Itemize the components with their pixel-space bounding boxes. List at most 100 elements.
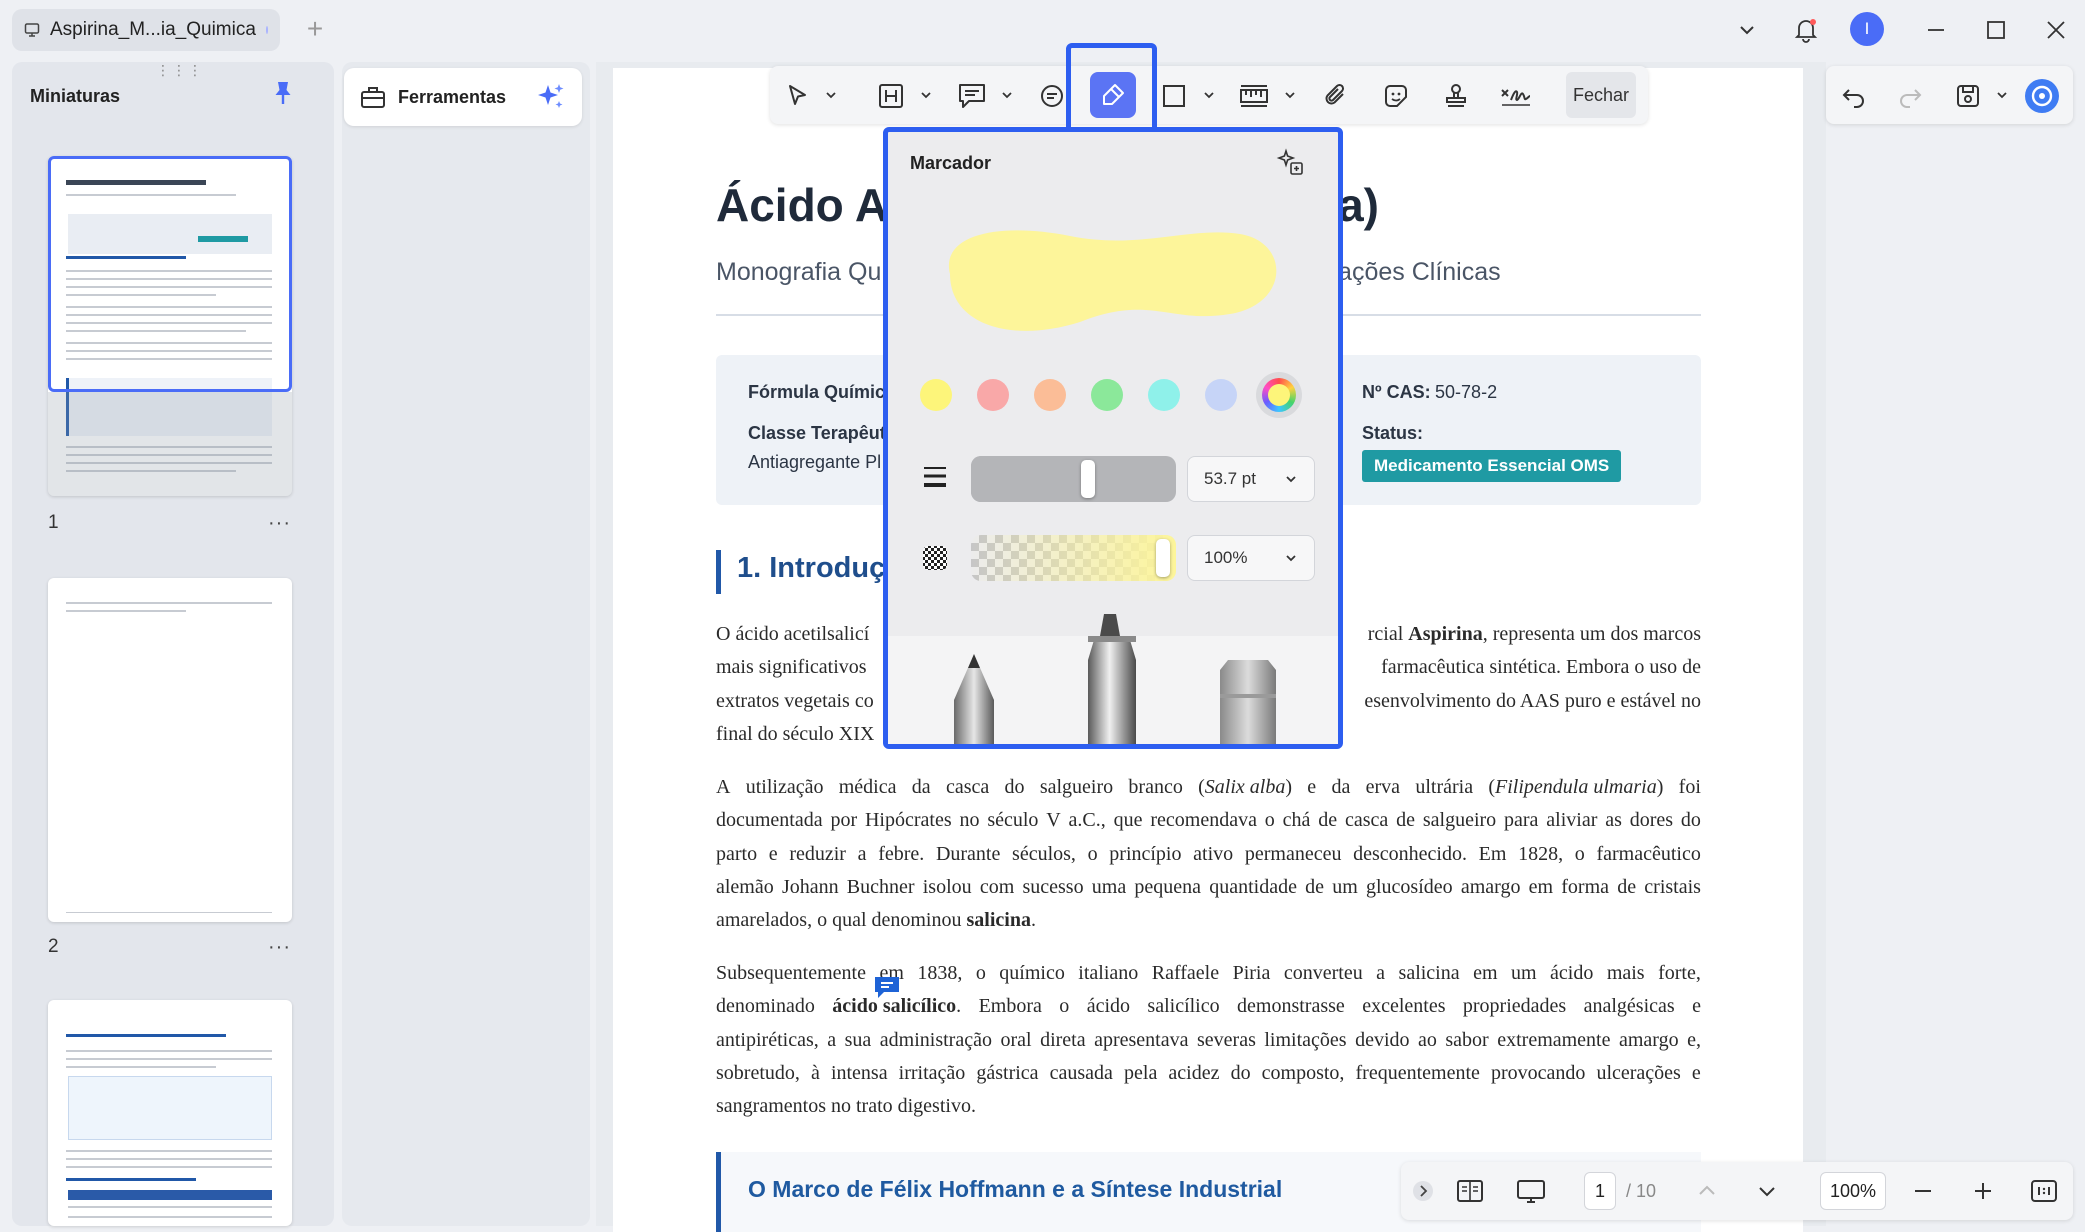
- measure-chevron-down-icon[interactable]: [1283, 88, 1297, 102]
- attachment-paperclip-icon[interactable]: [1318, 78, 1354, 114]
- comment-icon[interactable]: [954, 78, 990, 114]
- status-label: Status:: [1362, 423, 1424, 443]
- class-label: Classe Terapêut: [748, 423, 886, 443]
- page-1-more-button[interactable]: ···: [268, 512, 291, 535]
- section-heading: 1. Introduç: [737, 552, 886, 584]
- thickness-chevron-down-icon: [1284, 472, 1298, 486]
- select-cursor-icon[interactable]: [780, 78, 816, 114]
- ai-assistant-icon[interactable]: [2024, 78, 2060, 114]
- user-avatar[interactable]: I: [1850, 12, 1884, 46]
- shape-chevron-down-icon[interactable]: [1202, 88, 1216, 102]
- close-window-icon[interactable]: [2036, 12, 2076, 48]
- paragraph-2-line-4: alemão Johann Buchner isolou com sucesso uma pe…: [716, 875, 1701, 898]
- text-box-icon[interactable]: [873, 78, 909, 114]
- stamp-icon[interactable]: [1438, 78, 1474, 114]
- popover-title: Marcador: [910, 153, 992, 173]
- callout-comment-icon[interactable]: [1034, 78, 1070, 114]
- thickness-slider-fill: [971, 456, 1090, 502]
- minimize-icon[interactable]: [1916, 12, 1956, 48]
- page-layout-icon[interactable]: [1456, 1178, 1484, 1204]
- thickness-icon: [922, 464, 948, 490]
- color-swatch-cyan[interactable]: [1148, 379, 1180, 411]
- callout-title: O Marco de Félix Hoffmann e a Síntese In…: [748, 1176, 1283, 1202]
- new-tab-button[interactable]: +: [300, 14, 330, 44]
- resize-grip-icon[interactable]: ⋮⋮⋮: [156, 62, 202, 78]
- opacity-value: 100%: [1204, 548, 1248, 567]
- page-number-1: 1: [48, 512, 59, 533]
- document-tab[interactable]: Aspirina_M...ia_Quimica: [12, 9, 280, 51]
- document-title-left: Ácido A: [716, 179, 889, 231]
- stroke-preview-shape: [948, 230, 1277, 331]
- text-chevron-down-icon[interactable]: [919, 88, 933, 102]
- sticker-icon[interactable]: [1378, 78, 1414, 114]
- opacity-slider-thumb[interactable]: [1156, 539, 1170, 577]
- cas-row: Nº CAS: 50-78-2: [1362, 382, 1497, 403]
- paragraph-3-line-1: Subsequentemente em 1838, o químico italiano R…: [716, 962, 1701, 984]
- opacity-slider[interactable]: [971, 535, 1176, 581]
- redo-icon[interactable]: [1892, 78, 1928, 114]
- stroke-preview: [930, 214, 1290, 344]
- opacity-select[interactable]: 100%: [1187, 535, 1315, 581]
- paragraph-3-line-3: antipiréticas, a sua administração oral diret…: [716, 1028, 1701, 1051]
- chevron-down-icon[interactable]: [1727, 12, 1767, 48]
- notification-bell-icon[interactable]: [1786, 12, 1826, 48]
- signature-icon[interactable]: [1498, 78, 1534, 114]
- formula-label: Fórmula Químic: [748, 382, 886, 402]
- paragraph-2-line-5: amarelados, o qual denominou salicina.: [716, 909, 1036, 932]
- close-toolbar-button[interactable]: Fechar: [1566, 72, 1636, 118]
- save-chevron-down-icon[interactable]: [1995, 88, 2009, 102]
- color-swatch-orange[interactable]: [1034, 379, 1066, 411]
- zoom-level-input[interactable]: 100%: [1820, 1172, 1886, 1210]
- comment-chevron-down-icon[interactable]: [1000, 88, 1014, 102]
- next-page-icon[interactable]: [1756, 1180, 1778, 1202]
- cas-value: 50-78-2: [1435, 382, 1498, 402]
- cas-label: Nº CAS:: [1362, 382, 1431, 402]
- paragraph-3-line-5: sangramentos no trato digestivo.: [716, 1095, 976, 1118]
- page-number-input[interactable]: 1: [1584, 1172, 1616, 1210]
- total-pages: / 10: [1626, 1181, 1657, 1201]
- class-value: Antiagregante Pl: [748, 452, 882, 472]
- expand-arrow-icon[interactable]: [1412, 1180, 1434, 1202]
- maximize-icon[interactable]: [1976, 12, 2016, 48]
- comment-marker-icon[interactable]: [872, 973, 902, 1001]
- thickness-slider-thumb[interactable]: [1080, 460, 1095, 498]
- unsaved-dot-icon: [265, 26, 268, 34]
- paragraph-2: Autilização médica da casca do salgueiro branc…: [716, 771, 1701, 937]
- pencil-tool-icon[interactable]: [952, 652, 996, 744]
- paragraph-3-line-4: sobretudo, à intensa irritação gástrica causa…: [716, 1061, 1701, 1084]
- color-swatch-blue[interactable]: [1205, 379, 1237, 411]
- sidebar-title: Miniaturas: [30, 86, 121, 106]
- tools-button[interactable]: Ferramentas: [344, 68, 582, 126]
- zoom-out-icon[interactable]: [1912, 1180, 1934, 1202]
- previous-page-icon[interactable]: [1696, 1180, 1718, 1202]
- zoom-in-icon[interactable]: [1972, 1180, 1994, 1202]
- page-thumbnail-3[interactable]: [48, 1000, 292, 1226]
- thickness-select[interactable]: 53.7 pt: [1187, 456, 1315, 502]
- marker-tool-icon[interactable]: [1084, 612, 1140, 744]
- custom-style-icon[interactable]: [1276, 148, 1306, 178]
- section-accent-bar: [716, 550, 721, 594]
- document-tab-icon: [24, 22, 40, 38]
- custom-color-swatch[interactable]: [1256, 372, 1302, 418]
- select-chevron-down-icon[interactable]: [824, 88, 838, 102]
- color-swatch-yellow[interactable]: [920, 379, 952, 411]
- color-swatch-red[interactable]: [977, 379, 1009, 411]
- tools-label: Ferramentas: [398, 86, 507, 107]
- thickness-slider[interactable]: [971, 456, 1176, 502]
- measure-ruler-icon[interactable]: [1236, 78, 1272, 114]
- paragraph-3-line-2: denominado ácido salicílico. Embora o ácido s…: [716, 995, 1701, 1018]
- eraser-tool-icon[interactable]: [1218, 658, 1278, 744]
- page-2-more-button[interactable]: ···: [268, 936, 291, 959]
- presentation-icon[interactable]: [1516, 1178, 1546, 1206]
- document-subtitle-left: Monografia Qu: [716, 258, 882, 286]
- save-icon[interactable]: [1950, 78, 1986, 114]
- document-tab-title: Aspirina_M...ia_Quimica: [50, 19, 256, 40]
- color-swatch-green[interactable]: [1091, 379, 1123, 411]
- undo-icon[interactable]: [1836, 78, 1872, 114]
- actual-size-icon[interactable]: [2030, 1178, 2058, 1204]
- page-thumbnail-2[interactable]: [48, 578, 292, 922]
- rainbow-color-icon: [1262, 378, 1296, 412]
- pin-icon[interactable]: [272, 80, 294, 106]
- ai-sparkle-icon[interactable]: [536, 82, 566, 112]
- rectangle-shape-icon[interactable]: [1156, 78, 1192, 114]
